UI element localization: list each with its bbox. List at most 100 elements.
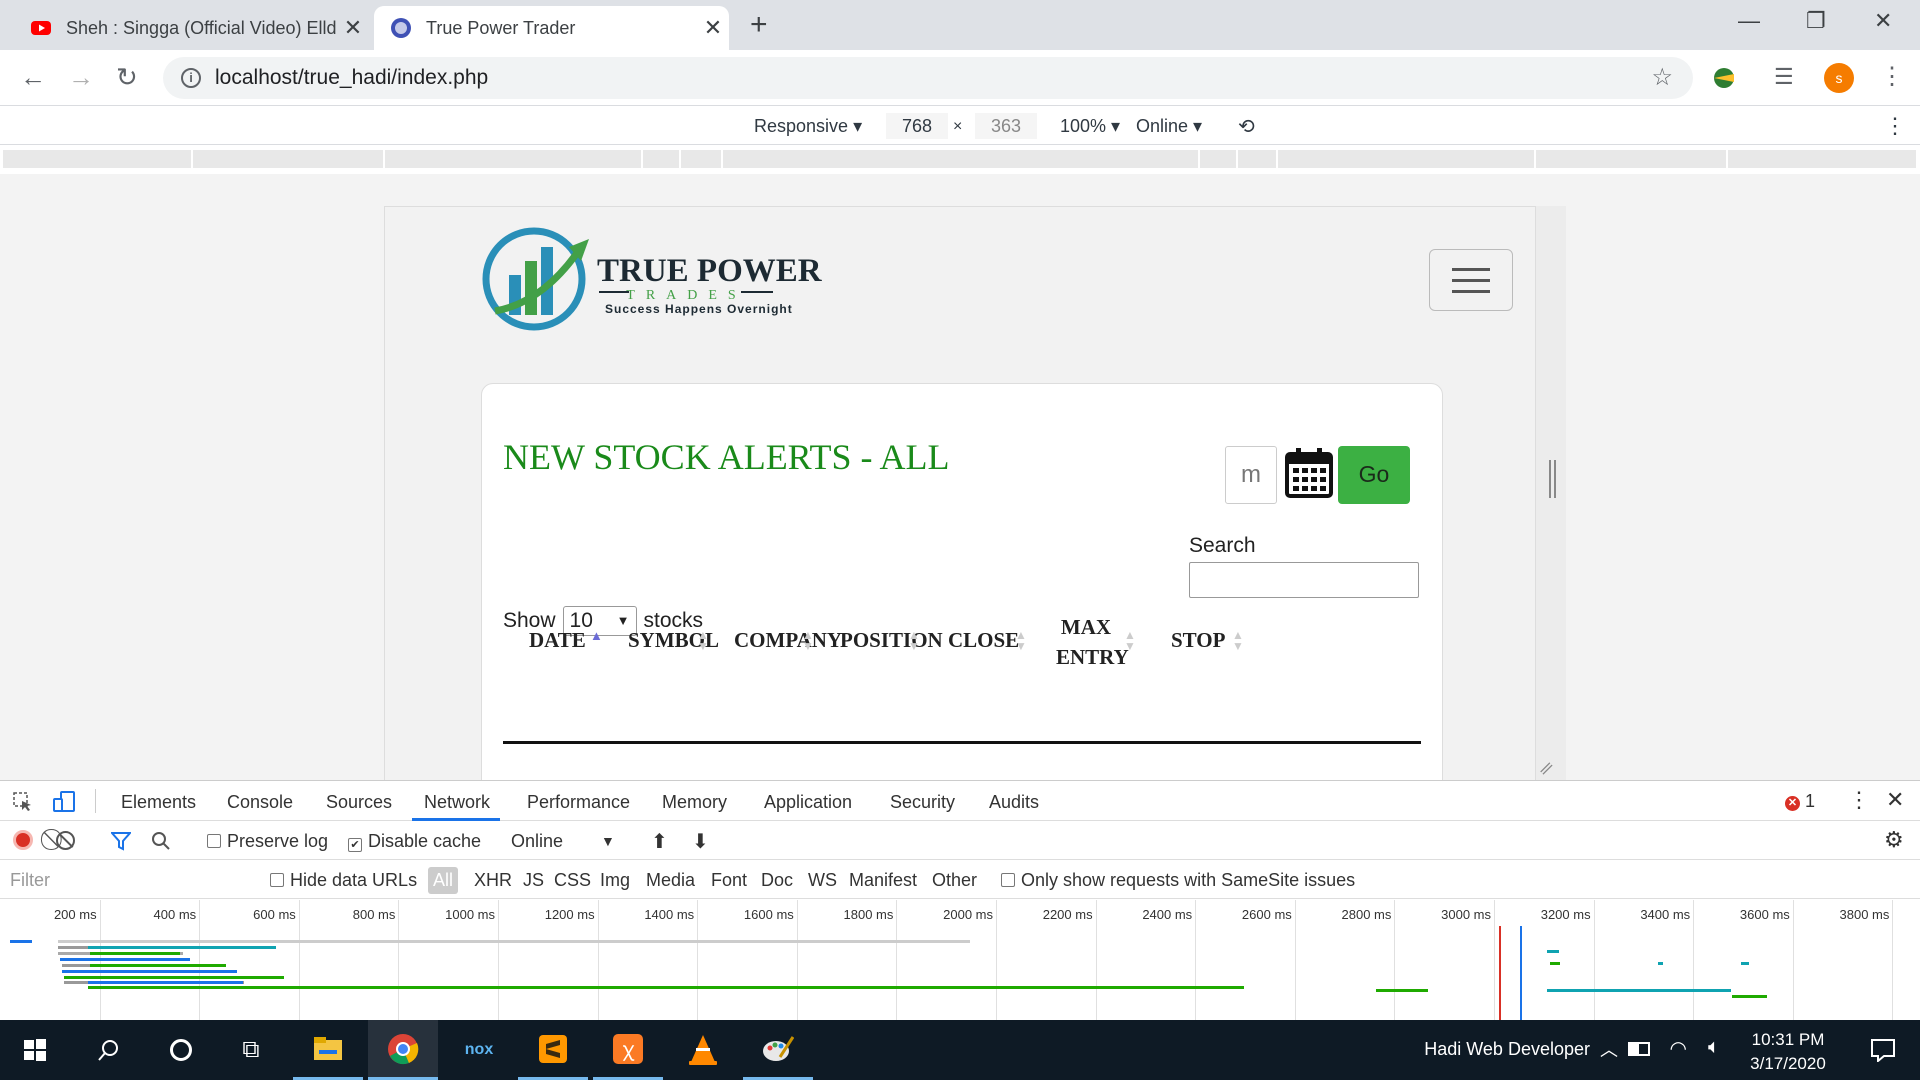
- tab-application[interactable]: Application: [764, 792, 852, 813]
- clock[interactable]: 10:31 PM 3/17/2020: [1738, 1028, 1838, 1076]
- type-filter-img[interactable]: Img: [600, 870, 630, 891]
- nox-player-icon[interactable]: nox: [444, 1020, 514, 1080]
- close-window-icon[interactable]: ✕: [1874, 8, 1892, 34]
- hamburger-menu-button[interactable]: [1429, 249, 1513, 311]
- sort-icon[interactable]: ▲ ▼: [908, 629, 920, 652]
- samesite-checkbox[interactable]: Only show requests with SameSite issues: [1001, 870, 1355, 891]
- file-explorer-icon[interactable]: [293, 1020, 363, 1080]
- restore-icon[interactable]: ❐: [1806, 8, 1826, 34]
- import-har-icon[interactable]: ⬆: [651, 829, 668, 854]
- profile-avatar[interactable]: s: [1824, 63, 1854, 93]
- notifications-icon[interactable]: [1870, 1038, 1896, 1062]
- xampp-icon[interactable]: ꭓ: [593, 1020, 663, 1080]
- wifi-icon[interactable]: ◠: [1670, 1036, 1687, 1061]
- type-filter-ws[interactable]: WS: [808, 870, 837, 891]
- close-devtools-icon[interactable]: ✕: [1886, 787, 1904, 813]
- type-filter-xhr[interactable]: XHR: [474, 870, 512, 891]
- forward-arrow-icon[interactable]: →: [68, 62, 94, 93]
- tab-sources[interactable]: Sources: [326, 792, 392, 813]
- volume-icon[interactable]: 🔈︎: [1708, 1036, 1720, 1059]
- search-icon[interactable]: [151, 831, 171, 851]
- close-tab-icon[interactable]: ✕: [697, 15, 729, 41]
- media-query-bar[interactable]: [0, 146, 1920, 174]
- calendar-icon[interactable]: [1284, 446, 1334, 500]
- media-query-segment[interactable]: [193, 150, 385, 168]
- type-filter-media[interactable]: Media: [646, 870, 695, 891]
- media-query-segment[interactable]: [1200, 150, 1238, 168]
- tab-youtube[interactable]: Sheh : Singga (Official Video) Elld ✕: [14, 6, 369, 50]
- devtools-menu-icon[interactable]: ⋮: [1848, 787, 1870, 813]
- column-header-max-entry[interactable]: MAX ENTRY: [1056, 612, 1129, 672]
- throttling-select[interactable]: Online: [511, 831, 563, 852]
- cortana-icon[interactable]: [146, 1020, 216, 1080]
- inspect-element-icon[interactable]: [13, 792, 33, 812]
- hide-data-urls-checkbox[interactable]: Hide data URLs: [270, 870, 417, 891]
- taskbar-user-label[interactable]: Hadi Web Developer: [1424, 1039, 1590, 1060]
- type-filter-font[interactable]: Font: [711, 870, 747, 891]
- sublime-text-icon[interactable]: [518, 1020, 588, 1080]
- tab-audits[interactable]: Audits: [989, 792, 1039, 813]
- reload-icon[interactable]: ↻: [116, 62, 138, 93]
- media-query-segment[interactable]: [1728, 150, 1918, 168]
- column-header-stop[interactable]: STOP: [1171, 625, 1225, 655]
- type-filter-js[interactable]: JS: [523, 870, 544, 891]
- close-tab-icon[interactable]: ✕: [337, 15, 369, 41]
- rotate-icon[interactable]: ⟲: [1238, 114, 1255, 139]
- tab-network[interactable]: Network: [424, 792, 490, 813]
- search-icon[interactable]: [74, 1020, 144, 1080]
- width-resize-handle[interactable]: [1549, 460, 1556, 498]
- device-toolbar-icon[interactable]: [53, 790, 75, 812]
- type-filter-manifest[interactable]: Manifest: [849, 870, 917, 891]
- tab-true-power-trader[interactable]: True Power Trader ✕: [374, 6, 729, 50]
- type-filter-doc[interactable]: Doc: [761, 870, 793, 891]
- media-query-segment[interactable]: [3, 150, 193, 168]
- url-text[interactable]: localhost/true_hadi/index.php: [215, 66, 488, 90]
- battery-icon[interactable]: [1628, 1042, 1650, 1056]
- sort-icon[interactable]: ▲ ▼: [697, 629, 709, 652]
- date-input[interactable]: m: [1225, 446, 1277, 504]
- bookmark-star-icon[interactable]: ☆: [1651, 63, 1673, 92]
- chrome-menu-icon[interactable]: ⋮: [1880, 62, 1904, 91]
- media-query-segment[interactable]: [1278, 150, 1536, 168]
- back-arrow-icon[interactable]: ←: [20, 62, 46, 93]
- media-query-segment[interactable]: [723, 150, 1200, 168]
- media-query-segment[interactable]: [681, 150, 723, 168]
- search-input[interactable]: [1189, 562, 1419, 598]
- tab-security[interactable]: Security: [890, 792, 955, 813]
- column-header-date[interactable]: DATE: [529, 625, 586, 655]
- paint-icon[interactable]: [743, 1020, 813, 1080]
- network-overview-timeline[interactable]: 200 ms 400 ms 600 ms 800 ms 1000 ms 1200 ms 14…: [0, 900, 1920, 1020]
- tab-console[interactable]: Console: [227, 792, 293, 813]
- media-playlist-icon[interactable]: ☰: [1774, 64, 1794, 90]
- vlc-icon[interactable]: [668, 1020, 738, 1080]
- site-logo-icon[interactable]: [481, 225, 596, 331]
- width-input[interactable]: 768: [886, 113, 948, 139]
- settings-gear-icon[interactable]: ⚙: [1884, 827, 1904, 853]
- type-filter-all[interactable]: All: [428, 867, 459, 894]
- sort-icon[interactable]: ▲ ▼: [1124, 629, 1136, 652]
- media-query-segment[interactable]: [1238, 150, 1278, 168]
- record-icon[interactable]: [13, 830, 33, 850]
- chevron-down-icon[interactable]: ▼: [601, 833, 615, 849]
- filter-icon[interactable]: [111, 831, 131, 851]
- network-throttle-select[interactable]: Online ▾: [1136, 116, 1202, 137]
- sort-asc-icon[interactable]: ▲: [590, 629, 603, 642]
- column-header-position[interactable]: POSITION: [840, 625, 943, 655]
- minimize-icon[interactable]: —: [1738, 8, 1760, 34]
- chevron-up-icon[interactable]: ︿: [1600, 1036, 1618, 1062]
- device-mode-select[interactable]: Responsive ▾: [754, 116, 862, 137]
- zoom-select[interactable]: 100% ▾: [1060, 116, 1120, 137]
- media-query-segment[interactable]: [1536, 150, 1728, 168]
- chrome-icon[interactable]: [368, 1020, 438, 1080]
- filter-input[interactable]: Filter: [10, 870, 50, 891]
- export-har-icon[interactable]: ⬇: [692, 829, 709, 854]
- info-icon[interactable]: i: [181, 68, 201, 88]
- column-header-company[interactable]: COMPANY: [734, 625, 842, 655]
- column-header-close[interactable]: CLOSE: [948, 625, 1019, 655]
- sort-icon[interactable]: ▲ ▼: [1232, 629, 1244, 652]
- type-filter-other[interactable]: Other: [932, 870, 977, 891]
- more-options-icon[interactable]: ⋮: [1884, 113, 1906, 139]
- omnibox[interactable]: i localhost/true_hadi/index.php ☆: [163, 57, 1693, 99]
- sort-icon[interactable]: ▲ ▼: [1015, 629, 1027, 652]
- media-query-segment[interactable]: [643, 150, 681, 168]
